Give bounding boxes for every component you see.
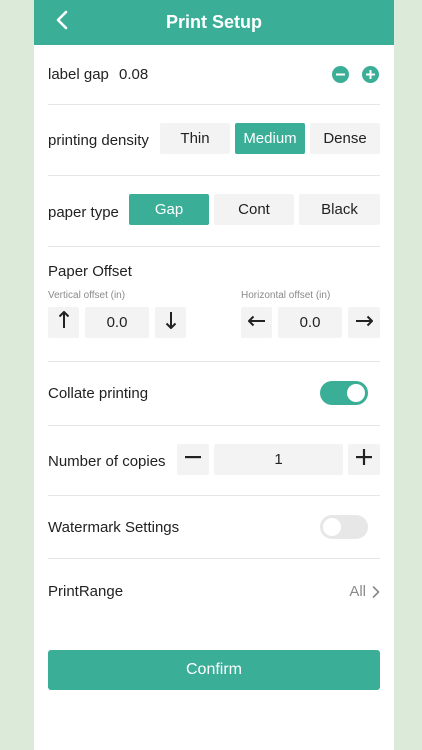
toggle-knob: [323, 518, 341, 536]
header-bar: Print Setup: [34, 0, 394, 45]
print-range-label: PrintRange: [48, 583, 124, 600]
label-gap-value: 0.08: [119, 66, 149, 83]
chevron-right-icon: [372, 585, 380, 603]
collate-printing-label: Collate printing: [48, 385, 149, 402]
label-gap-decrease-button[interactable]: [332, 66, 349, 83]
print-setup-panel: Print Setup label gap 0.08 printing dens…: [34, 0, 394, 750]
watermark-settings-row: Watermark Settings: [48, 496, 380, 559]
number-of-copies-row: Number of copies 1: [48, 426, 380, 496]
paper-type-option-cont[interactable]: Cont: [214, 194, 294, 225]
label-gap-increase-button[interactable]: [362, 66, 379, 83]
vertical-offset-label: Vertical offset (in): [48, 290, 126, 301]
number-of-copies-label: Number of copies: [48, 453, 166, 470]
watermark-settings-label: Watermark Settings: [48, 519, 180, 536]
density-option-dense[interactable]: Dense: [310, 123, 380, 154]
plus-circle-icon: [366, 66, 375, 84]
paper-offset-title: Paper Offset: [48, 263, 132, 280]
horizontal-offset-right-button[interactable]: [348, 307, 380, 338]
arrow-up-icon: [58, 311, 70, 334]
arrow-down-icon: [165, 311, 177, 334]
horizontal-offset-value[interactable]: 0.0: [278, 307, 342, 338]
vertical-offset-value[interactable]: 0.0: [85, 307, 149, 338]
paper-type-row: paper type Gap Cont Black: [48, 176, 380, 247]
density-option-thin[interactable]: Thin: [160, 123, 230, 154]
arrow-right-icon: [355, 314, 373, 332]
copies-value[interactable]: 1: [214, 444, 343, 475]
printing-density-row: printing density Thin Medium Dense: [48, 105, 380, 176]
plus-icon: [356, 449, 372, 470]
watermark-toggle[interactable]: [320, 515, 368, 539]
paper-offset-row: Paper Offset Vertical offset (in) Horizo…: [48, 247, 380, 362]
copies-decrease-button[interactable]: [177, 444, 209, 475]
vertical-offset-up-button[interactable]: [48, 307, 79, 338]
collate-printing-toggle[interactable]: [320, 381, 368, 405]
paper-type-option-black[interactable]: Black: [299, 194, 380, 225]
horizontal-offset-left-button[interactable]: [241, 307, 272, 338]
paper-type-label: paper type: [48, 204, 119, 221]
label-gap-label: label gap: [48, 66, 109, 83]
density-option-medium[interactable]: Medium: [235, 123, 305, 154]
copies-increase-button[interactable]: [348, 444, 380, 475]
horizontal-offset-label: Horizontal offset (in): [241, 290, 331, 301]
label-gap-row: label gap 0.08: [48, 45, 380, 105]
print-range-value: All: [349, 583, 366, 600]
toggle-knob: [347, 384, 365, 402]
paper-type-option-gap[interactable]: Gap: [129, 194, 209, 225]
vertical-offset-down-button[interactable]: [155, 307, 186, 338]
minus-circle-icon: [336, 66, 345, 84]
arrow-left-icon: [247, 314, 266, 332]
minus-icon: [185, 449, 201, 470]
print-range-row[interactable]: PrintRange All: [48, 559, 380, 621]
collate-printing-row: Collate printing: [48, 362, 380, 426]
confirm-button[interactable]: Confirm: [48, 650, 380, 690]
printing-density-label: printing density: [48, 132, 149, 149]
page-title: Print Setup: [165, 12, 262, 32]
